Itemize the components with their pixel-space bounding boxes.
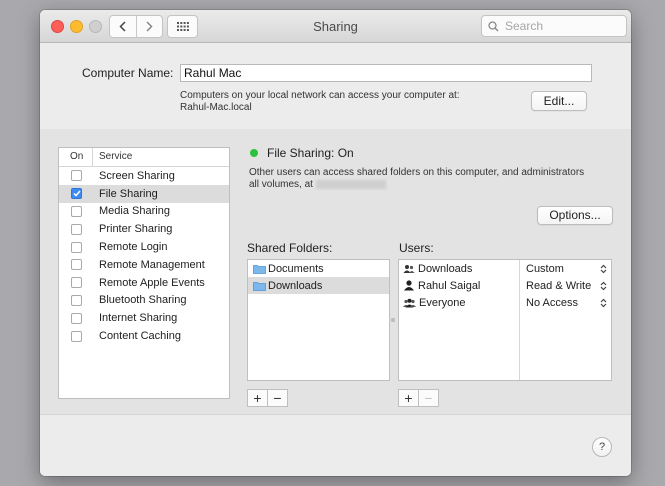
shared-folder-label: Downloads xyxy=(268,279,323,292)
options-button[interactable]: Options... xyxy=(537,206,613,225)
group-icon xyxy=(403,264,415,273)
service-row[interactable]: Screen Sharing xyxy=(59,167,229,185)
service-label: File Sharing xyxy=(99,187,158,200)
search-input[interactable] xyxy=(503,18,617,34)
service-label: Printer Sharing xyxy=(99,223,173,236)
service-list-header: On Service xyxy=(59,148,229,167)
service-checkbox[interactable] xyxy=(71,205,82,217)
shared-folder-label: Documents xyxy=(268,262,324,275)
service-label: Remote Login xyxy=(99,241,168,254)
computer-name-label: Computer Name: xyxy=(82,66,174,80)
service-list: On Service Screen Sharing File Sharing Med… xyxy=(58,147,230,399)
sharing-window: Sharing Computer Name: Computers on your… xyxy=(40,10,631,476)
user-name: Downloads xyxy=(418,262,473,275)
service-checkbox[interactable] xyxy=(71,188,82,200)
user-icon xyxy=(404,280,414,291)
checkmark-icon xyxy=(72,190,81,197)
service-rows: Screen Sharing File Sharing Media Sharing P… xyxy=(59,167,229,345)
permission-select[interactable]: Read & Write xyxy=(520,277,612,294)
search-icon xyxy=(488,20,499,31)
service-checkbox[interactable] xyxy=(71,312,82,324)
title-bar: Sharing xyxy=(40,10,631,43)
permission-value: Custom xyxy=(526,262,564,275)
users-list: Downloads Rahul Saigal Everyone Custom Read… xyxy=(398,259,612,381)
service-label: Internet Sharing xyxy=(99,312,178,325)
file-sharing-description: Other users can access shared folders on… xyxy=(249,167,585,190)
shared-folders-label: Shared Folders: xyxy=(247,241,333,255)
status-indicator xyxy=(250,149,258,157)
file-sharing-status: File Sharing: On xyxy=(267,146,354,160)
folder-add-remove: + − xyxy=(247,389,288,407)
service-label: Remote Management xyxy=(99,258,205,271)
everyone-icon xyxy=(403,298,416,307)
service-label: Screen Sharing xyxy=(99,169,175,182)
main-section: On Service Screen Sharing File Sharing Med… xyxy=(40,129,631,414)
computer-name-description: Computers on your local network can acce… xyxy=(180,90,520,114)
hostname: Rahul-Mac.local xyxy=(180,102,252,113)
service-label: Media Sharing xyxy=(99,205,170,218)
updown-chevron-icon xyxy=(600,264,607,273)
permission-select[interactable]: Custom xyxy=(520,260,612,277)
updown-chevron-icon xyxy=(600,298,607,307)
service-label: Remote Apple Events xyxy=(99,276,205,289)
service-row[interactable]: Media Sharing xyxy=(59,203,229,221)
service-checkbox[interactable] xyxy=(71,170,82,182)
remove-user-button[interactable]: − xyxy=(418,390,438,406)
computer-name-input[interactable] xyxy=(180,64,592,82)
service-checkbox[interactable] xyxy=(71,241,82,253)
service-checkbox[interactable] xyxy=(71,294,82,306)
split-view-handle[interactable] xyxy=(391,318,395,322)
service-row[interactable]: Remote Management xyxy=(59,256,229,274)
user-name: Rahul Saigal xyxy=(418,279,481,292)
computer-name-section: Computer Name: Computers on your local n… xyxy=(40,43,631,130)
shared-folders-list: Documents Downloads xyxy=(247,259,390,381)
user-name: Everyone xyxy=(419,296,466,309)
service-row[interactable]: Printer Sharing xyxy=(59,220,229,238)
remove-folder-button[interactable]: − xyxy=(267,390,287,406)
service-row[interactable]: File Sharing xyxy=(59,184,229,203)
service-row[interactable]: Bluetooth Sharing xyxy=(59,292,229,310)
service-row[interactable]: Remote Apple Events xyxy=(59,274,229,292)
help-button[interactable]: ? xyxy=(592,437,612,457)
bottom-bar: ? xyxy=(40,414,631,476)
permission-select[interactable]: No Access xyxy=(520,294,612,311)
service-checkbox[interactable] xyxy=(71,223,82,235)
edit-button[interactable]: Edit... xyxy=(531,91,587,111)
header-on: On xyxy=(59,148,93,166)
search-field[interactable] xyxy=(481,15,627,37)
user-add-remove: + − xyxy=(398,389,439,407)
updown-chevron-icon xyxy=(600,281,607,290)
permission-value: Read & Write xyxy=(526,279,592,292)
header-service: Service xyxy=(99,151,133,162)
service-checkbox[interactable] xyxy=(71,330,82,342)
add-user-button[interactable]: + xyxy=(399,390,418,406)
add-folder-button[interactable]: + xyxy=(248,390,267,406)
users-label: Users: xyxy=(399,241,434,255)
shared-folder-row[interactable]: Downloads xyxy=(248,277,389,294)
folder-icon xyxy=(253,281,266,291)
service-row[interactable]: Content Caching xyxy=(59,327,229,345)
service-row[interactable]: Remote Login xyxy=(59,238,229,256)
permissions-column: Custom Read & Write No Access xyxy=(519,260,612,380)
shared-folder-row[interactable]: Documents xyxy=(248,260,389,277)
service-checkbox[interactable] xyxy=(71,277,82,289)
service-row[interactable]: Internet Sharing xyxy=(59,309,229,327)
service-label: Bluetooth Sharing xyxy=(99,294,187,307)
permission-value: No Access xyxy=(526,296,578,309)
service-label: Content Caching xyxy=(99,330,181,343)
service-checkbox[interactable] xyxy=(71,259,82,271)
redacted-address xyxy=(315,179,386,189)
folder-icon xyxy=(253,264,266,274)
